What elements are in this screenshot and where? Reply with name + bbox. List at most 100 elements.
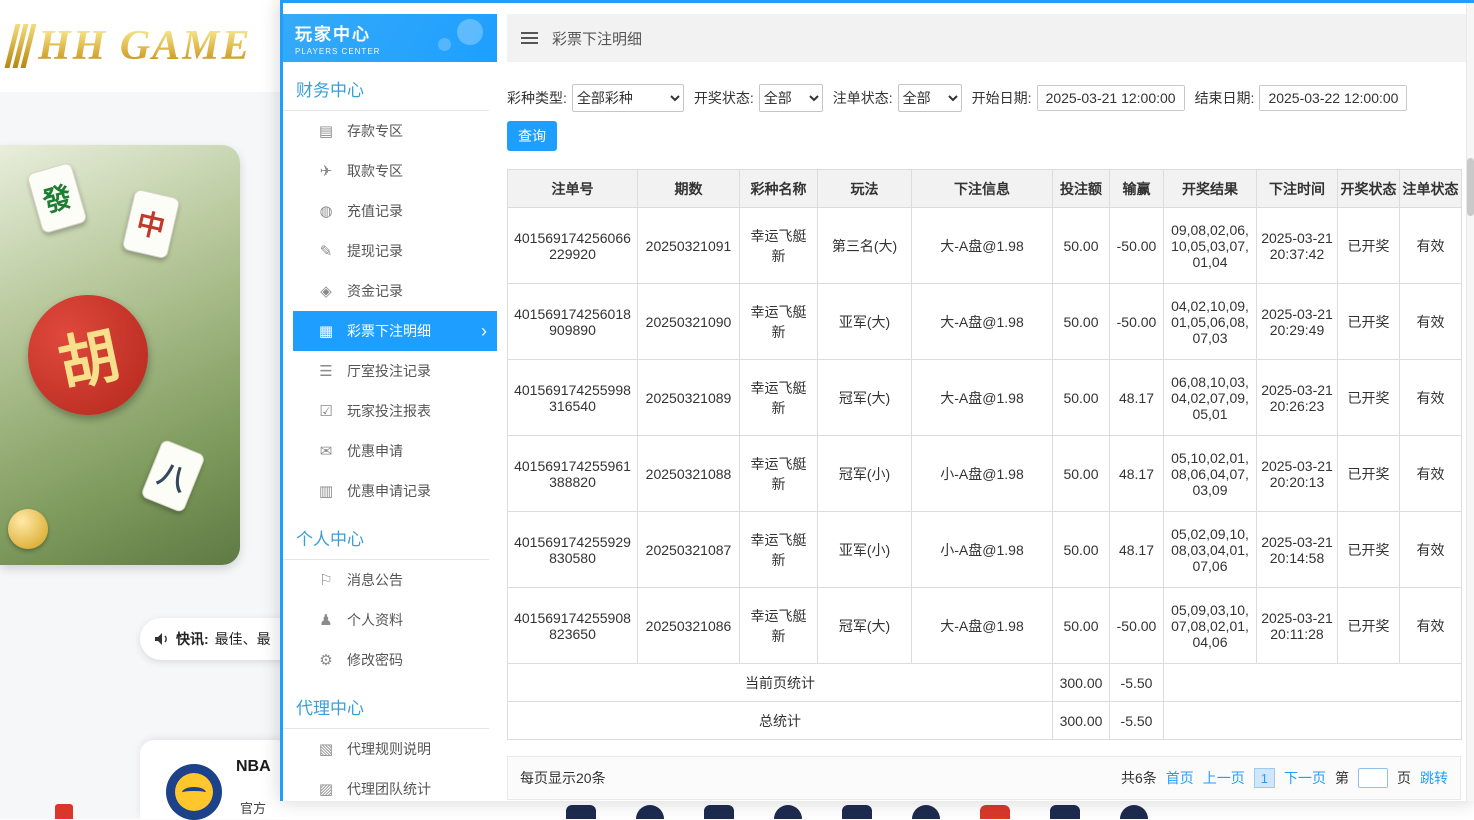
summary-label: 当前页统计: [508, 664, 1053, 702]
sidebar-item-bet-detail[interactable]: ▦彩票下注明细›: [293, 311, 497, 351]
recharge-record-icon: ◍: [317, 202, 335, 220]
cell-order-no: 401569174255961388820: [508, 436, 638, 512]
cell-lottery-name: 幸运飞艇新: [740, 588, 818, 664]
cell-draw-status: 已开奖: [1338, 284, 1400, 360]
partner-logo-icon: [842, 805, 872, 819]
col-bet-amount: 投注额: [1053, 170, 1110, 208]
search-button[interactable]: 查询: [507, 121, 557, 151]
sidebar-item-label: 代理规则说明: [347, 739, 431, 759]
sidebar-item-cashout-record[interactable]: ✎提现记录: [293, 231, 497, 271]
sidebar-item-announcement[interactable]: ⚐消息公告: [293, 560, 497, 600]
nba-card-subtitle: 官方: [240, 798, 266, 817]
sidebar-item-player-report[interactable]: ☑玩家投注报表: [293, 391, 497, 431]
password-icon: ⚙: [317, 651, 335, 669]
end-date-input[interactable]: [1259, 85, 1407, 111]
cell-bet-info: 大-A盘@1.98: [912, 360, 1053, 436]
cell-bet-amount: 50.00: [1053, 436, 1110, 512]
nba-card-title: NBA: [236, 758, 271, 776]
cell-draw-status: 已开奖: [1338, 512, 1400, 588]
player-report-icon: ☑: [317, 402, 335, 420]
sidebar-item-profile[interactable]: ♟个人资料: [293, 600, 497, 640]
next-page-link[interactable]: 下一页: [1284, 768, 1326, 788]
site-logo[interactable]: HH GAME: [38, 22, 252, 70]
col-order-status: 注单状态: [1400, 170, 1462, 208]
prev-page-link[interactable]: 上一页: [1203, 768, 1245, 788]
sidebar-item-label: 取款专区: [347, 161, 403, 181]
gold-badge-icon: [8, 509, 48, 549]
lottery-type-select[interactable]: 全部彩种: [572, 84, 684, 112]
sidebar-item-label: 充值记录: [347, 201, 403, 221]
page-titlebar: 彩票下注明细: [507, 14, 1469, 62]
sidebar-item-hall-record[interactable]: ☰ 厅室投注记录: [293, 351, 497, 391]
cell-play: 冠军(大): [818, 360, 912, 436]
sidebar-item-password[interactable]: ⚙修改密码: [293, 640, 497, 680]
cell-play: 亚军(大): [818, 284, 912, 360]
cell-order-status: 有效: [1400, 284, 1462, 360]
chevron-right-icon: ›: [481, 322, 487, 340]
cell-order-no: 401569174255908823650: [508, 588, 638, 664]
promo-record-icon: ▥: [317, 482, 335, 500]
mahjong-promo-banner[interactable]: 發 中 胡 八: [0, 145, 240, 565]
table-row: 40156917425590882365020250321086幸运飞艇新冠军(…: [508, 588, 1462, 664]
cell-bet-time: 2025-03-21 20:11:28: [1257, 588, 1338, 664]
jump-page-input[interactable]: [1358, 768, 1388, 788]
logo-icon: [5, 24, 37, 68]
cell-win-loss: -50.00: [1110, 208, 1164, 284]
sidebar-item-label: 厅室投注记录: [347, 361, 431, 381]
bets-table: 注单号期数彩种名称玩法下注信息投注额输赢开奖结果下注时间开奖状态注单状态 401…: [507, 169, 1462, 740]
summary-row: 总统计300.00-5.50: [508, 702, 1462, 740]
partner-logo-icon: [704, 805, 734, 819]
cell-win-loss: 48.17: [1110, 360, 1164, 436]
table-row: 40156917425596138882020250321088幸运飞艇新冠军(…: [508, 436, 1462, 512]
sidebar-item-recharge-record[interactable]: ◍ 充值记录: [293, 191, 497, 231]
sidebar-item-deposit[interactable]: ▤存款专区: [293, 111, 497, 151]
draw-status-select[interactable]: 全部: [759, 84, 823, 112]
sidebar: 玩家中心 PLAYERS CENTER 财务中心▤存款专区✈取款专区 ◍ 充值记录 ✎…: [283, 3, 497, 801]
cell-order-status: 有效: [1400, 512, 1462, 588]
section-title: 财务中心: [283, 62, 489, 111]
hall-record-icon: ☰: [317, 362, 335, 380]
sidebar-item-agent-rules[interactable]: ▧代理规则说明: [293, 729, 497, 769]
partner-logo-red-icon: [980, 805, 1010, 819]
sidebar-item-funds-record[interactable]: ◈资金记录: [293, 271, 497, 311]
profile-icon: ♟: [317, 611, 335, 629]
section-title: 代理中心: [283, 680, 489, 729]
cell-bet-info: 小-A盘@1.98: [912, 436, 1053, 512]
cell-lottery-name: 幸运飞艇新: [740, 360, 818, 436]
menu-icon[interactable]: [521, 32, 538, 44]
sidebar-item-withdraw[interactable]: ✈取款专区: [293, 151, 497, 191]
sidebar-item-promo-record[interactable]: ▥优惠申请记录: [293, 471, 497, 511]
summary-label: 总统计: [508, 702, 1053, 740]
jump-button[interactable]: 跳转: [1420, 768, 1448, 788]
cell-period: 20250321088: [638, 436, 740, 512]
sidebar-item-promo-apply[interactable]: ✉优惠申请: [293, 431, 497, 471]
sidebar-item-label: 优惠申请: [347, 441, 403, 461]
players-center-header: 玩家中心 PLAYERS CENTER: [283, 14, 497, 62]
summary-row: 当前页统计300.00-5.50: [508, 664, 1462, 702]
order-status-label: 注单状态:: [833, 88, 893, 108]
mahjong-tile-ba: 八: [140, 439, 206, 514]
cell-win-loss: -50.00: [1110, 284, 1164, 360]
cell-order-no: 401569174256066229920: [508, 208, 638, 284]
pagination-bar: 每页显示20条 共6条 首页 上一页 1 下一页 第 页 跳转: [507, 756, 1461, 800]
news-ticker: 快讯: 最佳、最: [140, 618, 300, 660]
current-page[interactable]: 1: [1254, 768, 1275, 788]
scrollbar-thumb[interactable]: [1467, 158, 1474, 216]
table-row: 40156917425601890989020250321090幸运飞艇新亚军(…: [508, 284, 1462, 360]
cell-order-status: 有效: [1400, 208, 1462, 284]
cell-period: 20250321087: [638, 512, 740, 588]
cell-draw-result: 06,08,10,03,04,02,07,09,05,01: [1164, 360, 1257, 436]
order-status-select[interactable]: 全部: [898, 84, 962, 112]
cell-order-no: 401569174255998316540: [508, 360, 638, 436]
table-row: 40156917425592983058020250321087幸运飞艇新亚军(…: [508, 512, 1462, 588]
first-page-link[interactable]: 首页: [1166, 768, 1194, 788]
cell-play: 第三名(大): [818, 208, 912, 284]
start-date-input[interactable]: [1037, 85, 1185, 111]
start-date-label: 开始日期:: [972, 88, 1032, 108]
cell-play: 冠军(大): [818, 588, 912, 664]
partial-red-logo-icon: [55, 804, 73, 819]
nba-card[interactable]: NBA 官方: [140, 740, 290, 819]
hu-stamp: 胡: [17, 284, 159, 426]
ticker-text: 最佳、最: [215, 629, 271, 649]
sidebar-item-agent-stats[interactable]: ▨代理团队统计: [293, 769, 497, 809]
